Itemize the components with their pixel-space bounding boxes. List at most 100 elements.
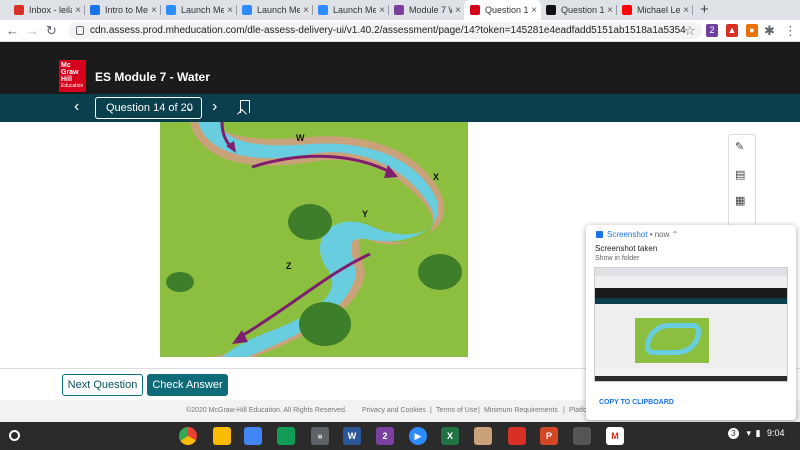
close-icon[interactable]: × <box>455 5 461 16</box>
notification-app-label: Screenshot <box>607 230 648 239</box>
separator: | <box>478 407 480 414</box>
chevron-right-icon[interactable]: › <box>212 98 217 116</box>
powerpoint-icon[interactable]: P <box>540 427 558 445</box>
chrome-icon[interactable] <box>179 427 197 445</box>
close-icon[interactable]: × <box>607 5 613 16</box>
privacy-link[interactable]: Privacy and Cookies <box>362 407 426 414</box>
logo-line: Graw <box>61 69 79 76</box>
app-icon[interactable] <box>573 427 591 445</box>
close-icon[interactable]: × <box>227 5 233 16</box>
status-tray[interactable]: 3 ▾ ▮ 9:04 <box>728 428 785 439</box>
notepad-icon[interactable]: ▤ <box>735 168 745 181</box>
star-icon[interactable]: ☆ <box>684 23 696 39</box>
tab-title: Launch Meet <box>257 5 301 15</box>
app-icon[interactable] <box>474 427 492 445</box>
new-tab-button[interactable]: + <box>700 0 716 20</box>
browser-tab[interactable]: Launch Meet× <box>236 0 313 20</box>
address-bar-row: ← → ↻ cdn.assess.prod.mheducation.com/dl… <box>0 20 800 42</box>
pencil-icon[interactable]: ✎ <box>735 140 744 153</box>
word-icon[interactable]: W <box>343 427 361 445</box>
forward-icon[interactable]: → <box>26 23 39 38</box>
app-icon[interactable] <box>508 427 526 445</box>
close-icon[interactable]: × <box>379 5 385 16</box>
menu-icon[interactable]: ⋮ <box>784 23 797 39</box>
label-x: X <box>433 172 439 182</box>
brand-header <box>0 42 800 94</box>
browser-tab[interactable]: Inbox - leilan× <box>8 0 85 20</box>
browser-tab[interactable]: Question 1 × <box>540 0 617 20</box>
notification-count-badge: 3 <box>728 428 739 439</box>
separator: | <box>563 407 565 414</box>
extension-icon[interactable]: 2 <box>706 24 718 37</box>
close-icon[interactable]: × <box>75 5 81 16</box>
browser-tab[interactable]: Michael Le × <box>616 0 693 20</box>
tab-favicon-icon <box>622 5 632 15</box>
notification-time: • now ⌃ <box>649 230 679 239</box>
extension-icon[interactable]: ▲ <box>726 24 738 37</box>
tab-favicon-icon <box>546 5 556 15</box>
chromeos-shelf <box>0 422 800 450</box>
mcgraw-hill-logo: Mc Graw Hill Education <box>59 60 86 92</box>
slides-icon[interactable] <box>213 427 231 445</box>
close-icon[interactable]: × <box>303 5 309 16</box>
battery-icon: ▮ <box>755 428 761 438</box>
question-select-label: Question 14 of 20 <box>106 102 193 114</box>
url-field[interactable]: cdn.assess.prod.mheducation.com/dle-asse… <box>68 22 702 39</box>
tab-title: Intro to Mech <box>105 5 149 15</box>
app-2-icon[interactable]: 2 <box>376 427 394 445</box>
excel-icon[interactable]: X <box>441 427 459 445</box>
label-y: Y <box>362 209 368 219</box>
close-icon[interactable]: × <box>151 5 157 16</box>
logo-line: Hill <box>61 76 72 83</box>
tree <box>299 302 351 346</box>
terms-link[interactable]: Terms of Use <box>436 407 477 414</box>
zoom-icon[interactable]: ▶ <box>409 427 427 445</box>
screenshot-thumbnail[interactable] <box>594 267 788 382</box>
launcher-icon[interactable] <box>9 430 20 441</box>
screencast-icon[interactable]: » <box>311 427 329 445</box>
browser-tab[interactable]: Launch Meet× <box>312 0 389 20</box>
tab-title: Inbox - leilan <box>29 5 72 15</box>
tab-title: Launch Meet <box>333 5 377 15</box>
extension-icon[interactable]: ● <box>746 24 758 37</box>
copy-to-clipboard-button[interactable]: COPY TO CLIPBOARD <box>599 399 674 406</box>
minimum-requirements-link[interactable]: Minimum Requirements <box>484 407 558 414</box>
close-icon[interactable]: × <box>531 5 537 16</box>
bookmark-icon[interactable] <box>240 100 250 113</box>
screenshot-notification[interactable]: Screenshot • now ⌃ Screenshot taken Show… <box>586 225 796 420</box>
module-title: ES Module 7 - Water <box>95 70 210 84</box>
tree <box>288 204 332 240</box>
notification-title: Screenshot taken <box>595 244 658 253</box>
check-answer-button[interactable]: Check Answer <box>147 374 228 396</box>
puzzle-icon[interactable]: ✱ <box>764 23 775 39</box>
gmail-icon[interactable]: M <box>606 427 624 445</box>
question-select[interactable]: Question 14 of 20 ⌄ <box>95 97 202 119</box>
copyright-text: ©2020 McGraw-Hill Education. All Rights … <box>186 407 347 414</box>
thumb-footer <box>595 368 787 376</box>
browser-tab[interactable]: Module 7 W× <box>388 0 465 20</box>
close-icon[interactable]: × <box>683 5 689 16</box>
clock: 9:04 <box>767 428 785 438</box>
chevron-left-icon[interactable]: ‹ <box>74 98 79 116</box>
platform-link[interactable]: Platfo <box>569 407 587 414</box>
browser-tab[interactable]: Question 14× <box>464 0 541 20</box>
browser-tab[interactable]: Launch Meet× <box>160 0 237 20</box>
reload-icon[interactable]: ↻ <box>46 23 57 39</box>
next-question-button[interactable]: Next Question <box>62 374 143 396</box>
label-w: W <box>296 133 305 143</box>
notification-app-name: Screenshot • now ⌃ <box>607 230 678 239</box>
separator: | <box>430 407 432 414</box>
tab-title: Module 7 W <box>409 5 452 15</box>
notification-subtitle[interactable]: Show in folder <box>595 255 639 262</box>
thumb-tabs <box>595 268 787 276</box>
tree <box>418 254 462 290</box>
calculator-icon[interactable]: ▦ <box>735 194 745 207</box>
back-icon[interactable]: ← <box>6 23 19 38</box>
docs-icon[interactable] <box>244 427 262 445</box>
thumb-nav <box>595 298 787 304</box>
lock-icon <box>76 26 84 35</box>
tab-title: Launch Meet <box>181 5 225 15</box>
logo-line: Mc <box>61 62 71 69</box>
browser-tab[interactable]: Intro to Mech× <box>84 0 161 20</box>
sheets-icon[interactable] <box>277 427 295 445</box>
